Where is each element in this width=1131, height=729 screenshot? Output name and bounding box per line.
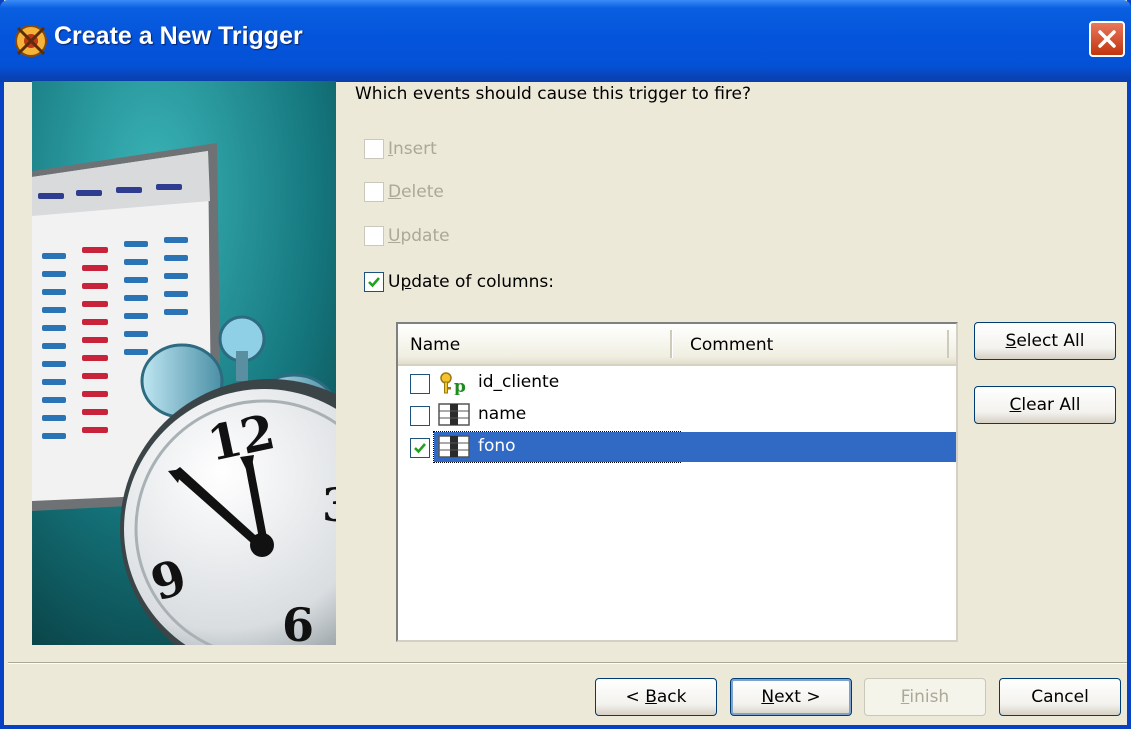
insert-checkbox-row[interactable]: Insert [364, 137, 437, 161]
back-button[interactable]: < Back [595, 678, 717, 716]
insert-label: Insert [388, 139, 437, 159]
update-of-columns-checkbox-row[interactable]: Update of columns: [364, 270, 554, 294]
update-label: Update [388, 226, 450, 246]
update-checkbox-row[interactable]: Update [364, 224, 450, 248]
finish-button[interactable]: Finish [864, 678, 986, 716]
cancel-button[interactable]: Cancel [999, 678, 1121, 716]
next-button[interactable]: Next > [730, 678, 852, 716]
close-icon [1098, 30, 1116, 48]
close-button[interactable] [1089, 21, 1125, 57]
back-label: < Back [625, 687, 687, 707]
row-checkbox[interactable] [410, 406, 430, 426]
clear-all-button[interactable]: Clear All [974, 386, 1116, 424]
next-label: Next > [761, 687, 821, 707]
cancel-label: Cancel [1031, 687, 1089, 707]
row-name: fono [478, 436, 516, 456]
create-trigger-dialog: Create a New Trigger 12 9 6 Which events… [0, 0, 1131, 729]
checkmark-icon [414, 443, 426, 454]
events-question: Which events should cause this trigger t… [355, 84, 752, 104]
primary-key-icon: p [438, 371, 474, 400]
table-column-icon [438, 403, 472, 432]
row-checkbox[interactable] [410, 438, 430, 458]
columns-list[interactable]: Name Comment p id_cliente name fono [396, 322, 958, 642]
row-name: name [478, 404, 527, 424]
update-checkbox[interactable] [364, 226, 384, 246]
select-all-label: Select All [1005, 331, 1085, 351]
select-all-button[interactable]: Select All [974, 322, 1116, 360]
insert-checkbox[interactable] [364, 139, 384, 159]
alarm-clock-calendar-illustration: 12 3 9 6 [32, 81, 336, 645]
delete-label: Delete [388, 182, 444, 202]
svg-text:3: 3 [322, 478, 336, 532]
clear-all-label: Clear All [1009, 395, 1081, 415]
table-row[interactable]: name [404, 400, 954, 430]
row-checkbox[interactable] [410, 374, 430, 394]
column-header-name[interactable]: Name [410, 335, 460, 355]
column-divider-end[interactable] [947, 330, 949, 358]
selection-highlight-comment [680, 432, 956, 462]
footer-separator [8, 662, 1127, 664]
table-row-selected[interactable]: fono [404, 431, 956, 464]
svg-text:p: p [454, 377, 466, 395]
checkmark-icon [368, 277, 380, 288]
column-header-comment[interactable]: Comment [690, 335, 773, 355]
delete-checkbox[interactable] [364, 182, 384, 202]
title-bar[interactable]: Create a New Trigger [0, 0, 1131, 82]
column-divider[interactable] [670, 330, 673, 358]
trigger-app-icon [14, 24, 48, 58]
delete-checkbox-row[interactable]: Delete [364, 180, 444, 204]
update-of-columns-checkbox[interactable] [364, 272, 384, 292]
table-column-icon [438, 435, 472, 464]
table-row[interactable]: p id_cliente [404, 368, 954, 398]
finish-label: Finish [900, 687, 950, 707]
window-title: Create a New Trigger [54, 22, 303, 50]
update-of-columns-label: Update of columns: [388, 272, 554, 292]
columns-list-header: Name Comment [398, 324, 956, 366]
row-name: id_cliente [478, 372, 560, 392]
svg-text:6: 6 [282, 598, 314, 645]
